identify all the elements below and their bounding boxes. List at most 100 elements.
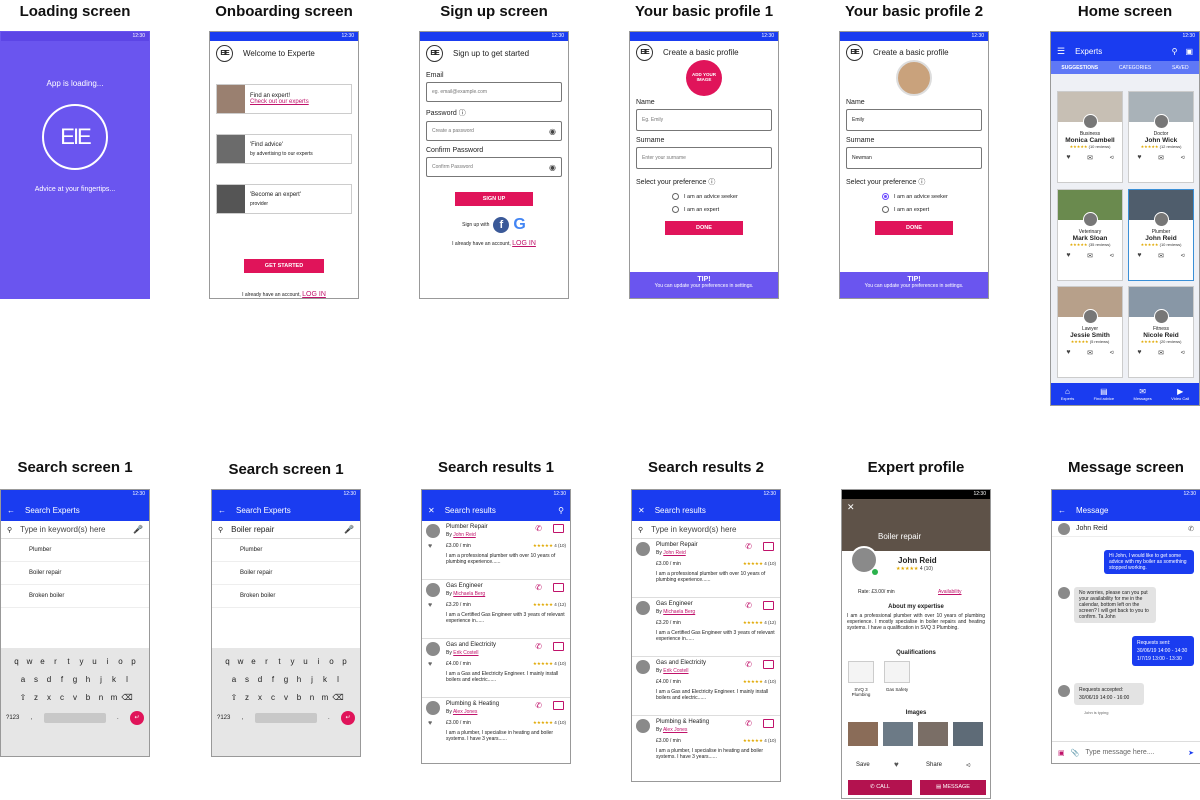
expert-card[interactable]: Veterinary Mark Sloan ★★★★★ (35 reviews) ♥ ✉… bbox=[1057, 189, 1123, 281]
save-button[interactable]: Save bbox=[856, 762, 870, 768]
heart-icon[interactable]: ♥ bbox=[428, 543, 432, 550]
heart-icon[interactable]: ♥ bbox=[1137, 252, 1141, 260]
search-input[interactable]: ⚲ Type in keyword(s) here bbox=[632, 521, 780, 539]
back-arrow-icon[interactable]: ← bbox=[218, 506, 226, 515]
result-item[interactable]: Gas Engineer By Michaela Berg ✆ ♥ £3.20 / mi… bbox=[422, 580, 570, 639]
heart-icon[interactable]: ♥ bbox=[1066, 349, 1070, 357]
qualification-thumb[interactable] bbox=[884, 661, 910, 683]
search-input[interactable]: ⚲ Boiler repair 🎤 bbox=[212, 521, 360, 539]
phone-icon[interactable]: ✆ bbox=[745, 601, 752, 610]
key[interactable]: b bbox=[82, 693, 95, 702]
heart-icon[interactable]: ♥ bbox=[428, 720, 432, 727]
heart-icon[interactable]: ♥ bbox=[428, 661, 432, 668]
key[interactable]: c bbox=[56, 693, 69, 702]
tab-suggestions[interactable]: SUGGESTIONS bbox=[1061, 65, 1098, 71]
done-button[interactable]: DONE bbox=[665, 221, 743, 235]
key[interactable]: a bbox=[228, 675, 241, 684]
mail-icon[interactable]: ✉ bbox=[1087, 252, 1093, 260]
key[interactable]: c bbox=[267, 693, 280, 702]
result-item[interactable]: Gas and Electricity By Erik Costell ✆ £4.00… bbox=[632, 657, 780, 716]
key[interactable]: r bbox=[260, 657, 273, 666]
card-link[interactable]: Check out our experts bbox=[250, 99, 309, 105]
key[interactable]: z bbox=[30, 693, 43, 702]
nav-messages[interactable]: ✉ Messages bbox=[1134, 387, 1152, 401]
radio-advice-seeker[interactable]: I am an advice seeker bbox=[882, 193, 988, 200]
key[interactable]: x bbox=[254, 693, 267, 702]
key[interactable]: t bbox=[62, 657, 75, 666]
search-input[interactable]: ⚲ Type in keyword(s) here 🎤 bbox=[1, 521, 149, 539]
key[interactable]: e bbox=[36, 657, 49, 666]
author-link[interactable]: Erik Costell bbox=[453, 650, 478, 656]
key[interactable]: o bbox=[325, 657, 338, 666]
heart-icon[interactable]: ♥ bbox=[1066, 252, 1070, 260]
key[interactable]: k bbox=[319, 675, 332, 684]
phone-icon[interactable]: ✆ bbox=[745, 542, 752, 551]
message-icon[interactable] bbox=[763, 719, 774, 728]
backspace-icon[interactable]: ⌫ bbox=[121, 693, 134, 702]
search-icon[interactable]: ⚲ bbox=[1172, 47, 1178, 56]
share-button[interactable]: Share bbox=[926, 762, 942, 768]
key[interactable]: v bbox=[69, 693, 82, 702]
password-field[interactable]: Create a password ◉ bbox=[426, 121, 562, 141]
shift-icon[interactable]: ⇧ bbox=[17, 693, 30, 702]
help-icon[interactable]: ⓘ bbox=[918, 179, 925, 186]
suggestion-item[interactable]: Boiler repair bbox=[212, 562, 360, 585]
close-icon[interactable]: ✕ bbox=[428, 506, 435, 515]
nav-find-advice[interactable]: ▤ Find advice bbox=[1094, 387, 1114, 401]
expert-card[interactable]: Fitness Nicole Reid ★★★★★ (20 reviews) ♥ ✉ ⪦ bbox=[1128, 286, 1194, 378]
login-link[interactable]: LOG IN bbox=[302, 291, 326, 298]
key[interactable]: g bbox=[69, 675, 82, 684]
message-button[interactable]: ▤ MESSAGE bbox=[920, 780, 986, 795]
onboarding-card-find-advice[interactable]: 'Find advice' by advertising to our exper… bbox=[216, 134, 352, 164]
space-key[interactable] bbox=[254, 713, 317, 723]
key[interactable]: v bbox=[280, 693, 293, 702]
add-image-button[interactable]: ADD YOUR IMAGE bbox=[686, 60, 722, 96]
availability-link[interactable]: Availability bbox=[938, 589, 962, 595]
phone-icon[interactable]: ✆ bbox=[745, 719, 752, 728]
key[interactable]: a bbox=[17, 675, 30, 684]
login-link[interactable]: LOG IN bbox=[512, 240, 536, 247]
radio-advice-seeker[interactable]: I am an advice seeker bbox=[672, 193, 778, 200]
key[interactable]: d bbox=[43, 675, 56, 684]
key[interactable]: w bbox=[234, 657, 247, 666]
calendar-icon[interactable]: ▣ bbox=[1185, 47, 1193, 56]
share-icon[interactable]: ⪦ bbox=[1110, 252, 1114, 260]
key-period[interactable]: . bbox=[328, 715, 330, 721]
mail-icon[interactable]: ✉ bbox=[1158, 252, 1164, 260]
confirm-password-field[interactable]: Confirm Password ◉ bbox=[426, 157, 562, 177]
facebook-icon[interactable]: f bbox=[493, 217, 510, 233]
key-123[interactable]: ?123 bbox=[6, 715, 19, 721]
gallery-image[interactable] bbox=[883, 722, 913, 746]
suggestion-item[interactable]: Plumber bbox=[1, 539, 149, 562]
heart-icon[interactable]: ♥ bbox=[1137, 154, 1141, 162]
author-link[interactable]: John Reid bbox=[453, 532, 476, 538]
key[interactable]: i bbox=[312, 657, 325, 666]
phone-icon[interactable]: ✆ bbox=[535, 524, 542, 533]
get-started-button[interactable]: GET STARTED bbox=[244, 259, 324, 273]
heart-icon[interactable]: ♥ bbox=[1137, 349, 1141, 357]
shift-icon[interactable]: ⇧ bbox=[228, 693, 241, 702]
result-item[interactable]: Plumbing & Heating By Alex Jones ✆ £3.00 / … bbox=[632, 716, 780, 775]
eye-icon[interactable]: ◉ bbox=[549, 127, 556, 136]
onboarding-card-find-expert[interactable]: Find an expert! Check out our experts bbox=[216, 84, 352, 114]
key[interactable]: s bbox=[30, 675, 43, 684]
attach-icon[interactable]: 📎 bbox=[1071, 749, 1080, 757]
qualification-thumb[interactable] bbox=[848, 661, 874, 683]
nav-experts[interactable]: ⌂ Experts bbox=[1061, 387, 1075, 401]
key-comma[interactable]: , bbox=[242, 715, 244, 721]
radio-expert[interactable]: I am an expert bbox=[882, 206, 988, 213]
mic-icon[interactable]: 🎤 bbox=[133, 525, 143, 534]
back-arrow-icon[interactable]: ← bbox=[1058, 506, 1066, 515]
gallery-image[interactable] bbox=[918, 722, 948, 746]
phone-icon[interactable]: ✆ bbox=[535, 583, 542, 592]
key[interactable]: y bbox=[286, 657, 299, 666]
close-icon[interactable]: ✕ bbox=[847, 502, 855, 513]
heart-icon[interactable]: ♥ bbox=[1066, 154, 1070, 162]
message-icon[interactable] bbox=[553, 642, 564, 651]
result-item[interactable]: Plumbing & Heating By Alex Jones ✆ ♥ £3.00 /… bbox=[422, 698, 570, 757]
surname-field[interactable]: Enter your surname bbox=[636, 147, 772, 169]
google-icon[interactable]: G bbox=[513, 216, 525, 234]
key[interactable]: m bbox=[108, 693, 121, 702]
key[interactable]: e bbox=[247, 657, 260, 666]
suggestion-item[interactable]: Broken boiler bbox=[212, 585, 360, 608]
